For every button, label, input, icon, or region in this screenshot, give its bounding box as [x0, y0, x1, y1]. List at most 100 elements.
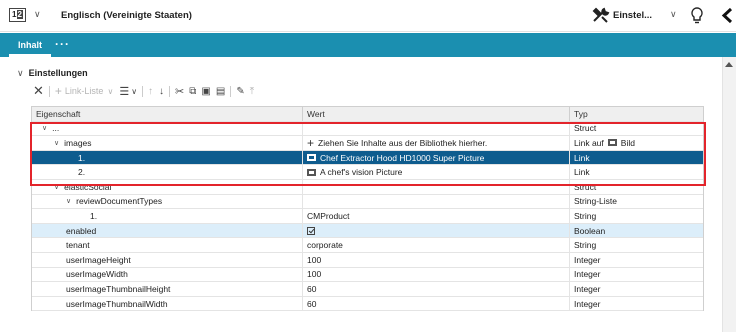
table-row[interactable]: 1. CMProduct String [32, 209, 703, 224]
table-row[interactable]: enabled Boolean [32, 223, 705, 239]
language-dropdown-chevron-icon[interactable]: ∨ [34, 9, 41, 20]
table-row[interactable]: userImageWidth 100 Integer [32, 267, 705, 283]
table-row[interactable]: userImageHeight 100 Integer [32, 252, 705, 268]
type-cell: Link [569, 165, 705, 179]
copy-icon[interactable]: ⧉ [189, 84, 196, 98]
value-cell[interactable]: 60 [302, 282, 568, 296]
scroll-up-arrow-icon[interactable] [725, 62, 733, 67]
value-cell[interactable]: A chef's vision Picture [302, 165, 568, 179]
picture-icon [307, 154, 316, 162]
value-cell[interactable]: 60 [302, 296, 568, 311]
value-cell[interactable]: + Ziehen Sie Inhalte aus der Bibliothek h… [302, 136, 568, 150]
add-icon[interactable]: + [55, 84, 62, 98]
toolbar-separator [230, 85, 232, 97]
tools-icon[interactable] [592, 7, 610, 23]
column-header-typ[interactable]: Typ [569, 107, 705, 121]
type-cell: Integer [569, 282, 705, 296]
expand-chevron-icon[interactable]: ∨ [66, 197, 71, 205]
value-cell[interactable] [302, 194, 568, 209]
link-list-button[interactable]: Link-Liste [65, 84, 104, 98]
expand-chevron-icon[interactable]: ∨ [42, 124, 47, 132]
paste-icon[interactable]: ▣ [201, 84, 210, 98]
value-cell[interactable] [302, 223, 568, 238]
section-title: Einstellungen [28, 68, 88, 78]
cut-icon[interactable]: ✂ [175, 84, 184, 98]
enabled-checkbox[interactable] [307, 226, 315, 235]
property-cell: ∨ reviewDocumentTypes [66, 196, 163, 207]
lightbulb-icon[interactable] [691, 7, 703, 24]
table-header-row: Eigenschaft Wert Typ [32, 107, 703, 122]
settings-menu-label[interactable]: Einstel... [613, 10, 652, 21]
property-grid: Eigenschaft Wert Typ ∨... Struct ∨ images… [31, 106, 705, 312]
property-cell: 1. [90, 210, 98, 221]
add-icon[interactable]: + [307, 137, 314, 149]
property-cell: 1. [78, 152, 86, 163]
value-cell[interactable]: 100 [302, 267, 568, 282]
list-menu-icon[interactable]: ☰ [119, 84, 129, 98]
picture-icon [607, 139, 617, 147]
vertical-scrollbar[interactable] [722, 57, 736, 332]
expand-chevron-icon[interactable]: ∨ [54, 139, 59, 147]
type-cell: Integer [569, 267, 705, 282]
more-tabs-icon[interactable]: ··· [55, 33, 70, 55]
settings-dropdown-chevron-icon[interactable]: ∨ [670, 9, 677, 20]
section-collapse-chevron-icon[interactable]: ∨ [17, 68, 24, 78]
property-cell: userImageHeight [66, 254, 131, 265]
paste-special-icon[interactable]: ▤ [216, 84, 225, 98]
property-cell: ∨... [42, 123, 60, 134]
upload-icon[interactable]: ⤒ [250, 84, 254, 98]
language-icon[interactable]: 12 [9, 8, 26, 22]
table-row[interactable]: ∨ elasticSocial Struct [32, 179, 705, 195]
type-cell: String [569, 238, 705, 252]
property-cell: enabled [66, 225, 97, 236]
column-header-eigenschaft[interactable]: Eigenschaft [32, 107, 301, 121]
property-toolbar: ✕ + Link-Liste ∨ ☰ ∨ ↑ ↓ ✂ ⧉ ▣ ▤ ✎ ⤒ [33, 83, 254, 98]
chevron-down-icon[interactable]: ∨ [107, 84, 113, 98]
tab-inhalt[interactable]: Inhalt [9, 33, 51, 57]
move-up-icon[interactable]: ↑ [148, 84, 153, 98]
table-row[interactable]: ∨ images + Ziehen Sie Inhalte aus der Bibl… [32, 136, 703, 151]
property-cell: userImageThumbnailWidth [66, 298, 168, 309]
move-down-icon[interactable]: ↓ [159, 84, 164, 98]
property-cell: ∨ images [54, 137, 92, 148]
property-cell: ∨ elasticSocial [54, 181, 112, 192]
type-cell: Link auf Bild [569, 136, 705, 150]
type-cell: Struct [569, 121, 705, 136]
toolbar-separator [48, 85, 50, 97]
property-cell: userImageWidth [66, 269, 128, 280]
table-row[interactable]: 2. A chef's vision Picture Link [32, 165, 703, 180]
tab-bar: Inhalt ··· [0, 33, 736, 57]
type-cell: String-Liste [569, 194, 705, 209]
value-cell[interactable] [302, 179, 568, 194]
chevron-down-icon[interactable]: ∨ [131, 84, 137, 98]
type-cell: String [569, 209, 705, 223]
chevron-left-icon[interactable] [720, 7, 734, 24]
value-cell[interactable]: corporate [302, 238, 568, 252]
document-locale-title: Englisch (Vereinigte Staaten) [61, 10, 192, 21]
type-cell: Boolean [569, 223, 705, 238]
remove-icon[interactable]: ✕ [33, 83, 44, 98]
toolbar-separator [169, 85, 171, 97]
value-cell[interactable]: 100 [302, 252, 568, 267]
table-row[interactable]: tenant corporate String [32, 238, 703, 253]
table-row[interactable]: ∨... Struct [32, 121, 705, 137]
table-row[interactable]: userImageThumbnailWidth 60 Integer [32, 296, 705, 312]
toolbar-separator [142, 85, 144, 97]
type-cell: Link [569, 150, 705, 165]
edit-pencil-icon[interactable]: ✎ [236, 84, 244, 98]
section-header-einstellungen[interactable]: ∨ Einstellungen [17, 68, 88, 79]
table-row[interactable]: userImageThumbnailHeight 60 Integer [32, 282, 703, 297]
picture-icon [307, 168, 316, 176]
type-cell: Integer [569, 252, 705, 267]
value-cell[interactable]: Chef Extractor Hood HD1000 Super Picture [302, 150, 568, 165]
type-cell: Struct [569, 179, 705, 194]
expand-chevron-icon[interactable]: ∨ [54, 183, 59, 191]
header-bar: 12 ∨ Englisch (Vereinigte Staaten) Einst… [0, 0, 736, 32]
table-row[interactable]: ∨ reviewDocumentTypes String-Liste [32, 194, 705, 210]
table-row[interactable]: 1. Chef Extractor Hood HD1000 Super Pict… [32, 150, 705, 166]
type-cell: Integer [569, 296, 705, 311]
property-cell: tenant [66, 240, 90, 251]
column-header-wert[interactable]: Wert [302, 107, 568, 121]
value-cell[interactable]: CMProduct [302, 209, 568, 223]
value-cell[interactable] [302, 121, 568, 136]
